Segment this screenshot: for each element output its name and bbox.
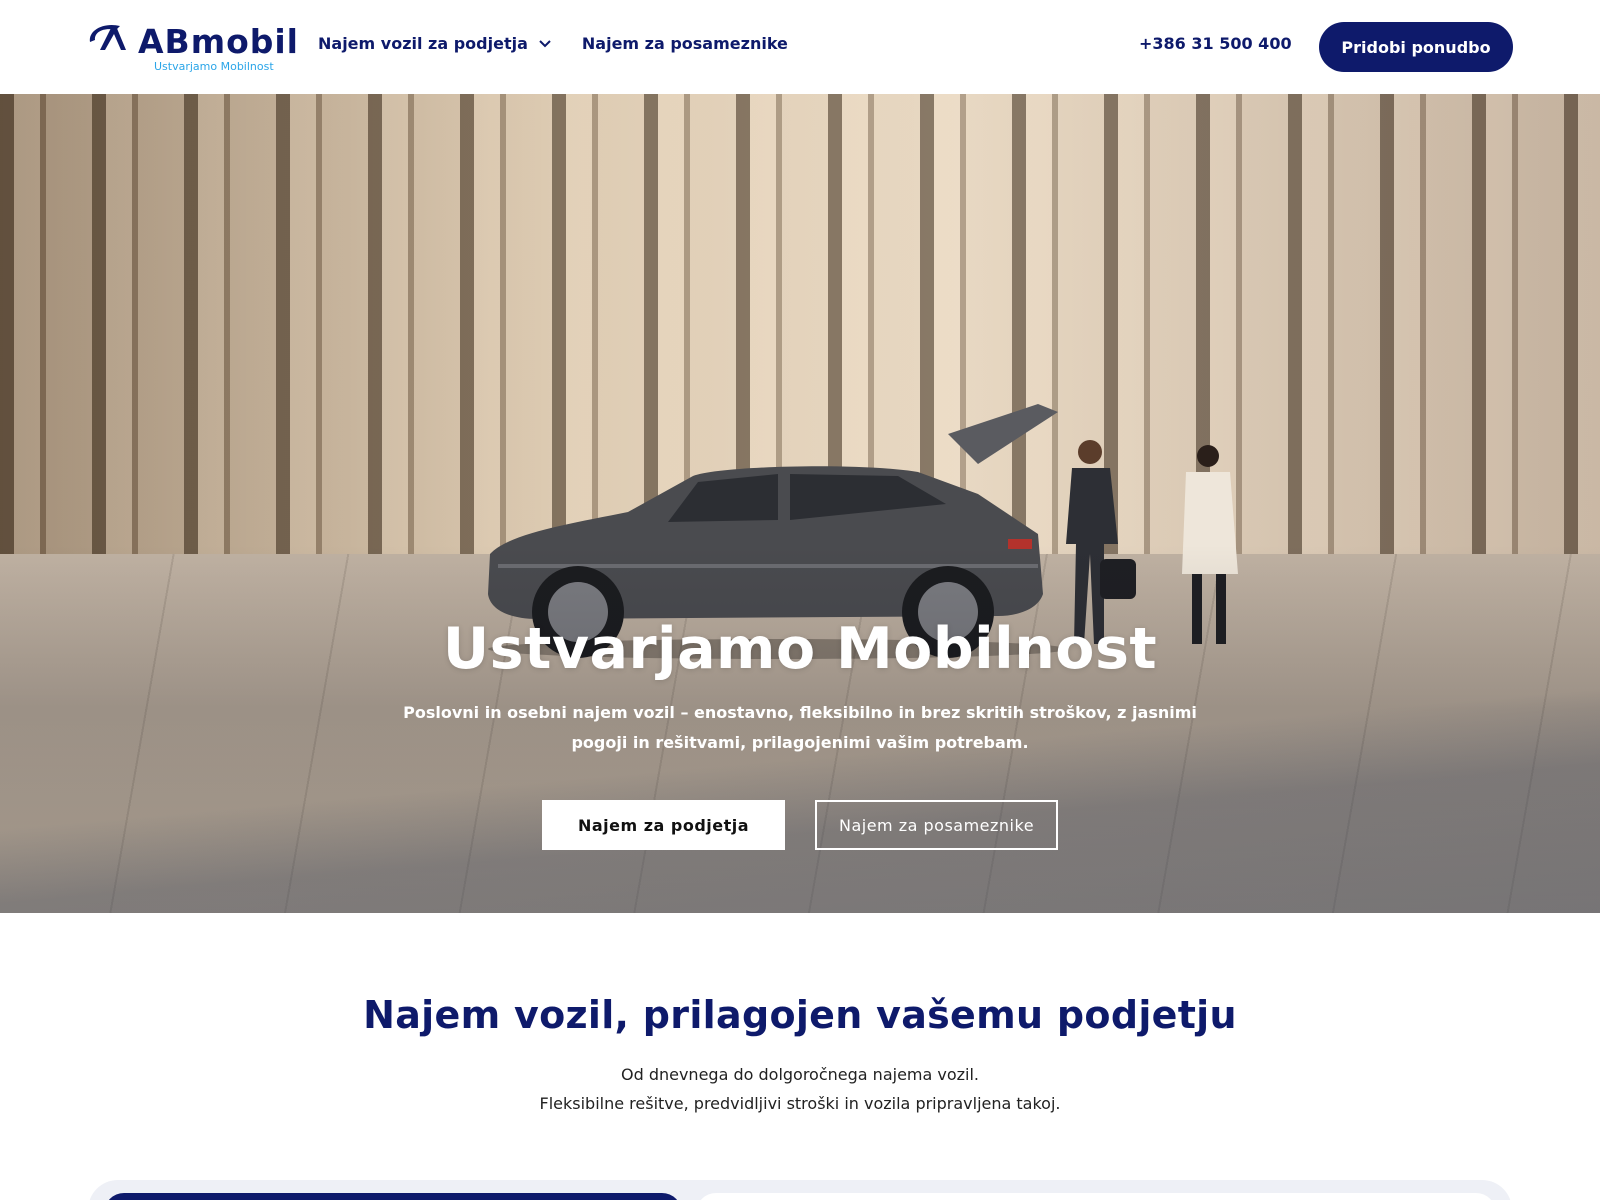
nav-item-label: Najem za posameznike [581, 34, 788, 53]
chevron-down-icon [539, 39, 551, 47]
logo-tagline: Ustvarjamo Mobilnost [154, 60, 274, 73]
hero-overlay [0, 94, 1600, 913]
hero-banner: Ustvarjamo Mobilnost Poslovni in osebni … [0, 94, 1600, 913]
phone-link[interactable]: +386 31 500 400 [1139, 34, 1292, 53]
business-rental-button[interactable]: Najem za podjetja [542, 800, 785, 850]
logo-swoosh-icon [89, 24, 126, 50]
main-nav: Najem vozil za podjetja Najem za posamez… [318, 34, 788, 53]
hero-subtitle: Poslovni in osebni najem vozil – enostav… [403, 703, 1197, 752]
tab-active[interactable] [104, 1193, 682, 1200]
section-description-line-2: Fleksibilne rešitve, predvidljivi strošk… [539, 1094, 1061, 1113]
nav-item-business-rental[interactable]: Najem vozil za podjetja [318, 34, 552, 53]
section-title: Najem vozil, prilagojen vašemu podjetju [363, 993, 1237, 1037]
nav-item-private-rental[interactable]: Najem za posameznike [582, 34, 788, 53]
logo-wordmark: ABmobil [138, 22, 299, 61]
nav-item-label: Najem vozil za podjetja [318, 34, 528, 53]
site-header: ABmobil Ustvarjamo Mobilnost Najem vozil… [0, 0, 1600, 94]
abmobil-logo[interactable]: ABmobil Ustvarjamo Mobilnost [86, 20, 298, 76]
hero-title: Ustvarjamo Mobilnost [442, 616, 1158, 682]
tab-inactive[interactable] [696, 1193, 1496, 1200]
section-description-line-1: Od dnevnega do dolgoročnega najema vozil… [620, 1065, 980, 1084]
get-offer-button[interactable]: Pridobi ponudbo [1319, 22, 1513, 72]
private-rental-button[interactable]: Najem za posameznike [815, 800, 1058, 850]
